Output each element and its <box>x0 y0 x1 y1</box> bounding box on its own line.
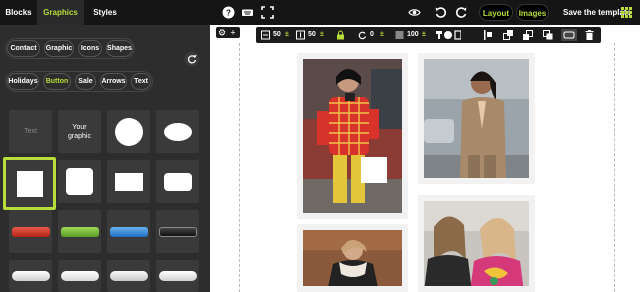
tile-black-button[interactable] <box>156 210 199 253</box>
square-shape <box>16 170 43 197</box>
photo-street-style-scarf[interactable] <box>297 224 408 292</box>
align-icon[interactable] <box>483 30 493 40</box>
send-back-icon[interactable] <box>523 30 533 40</box>
tile-graphic-label-1: Your <box>72 123 87 131</box>
filter-sale[interactable]: Sale <box>75 73 96 90</box>
blue-button-shape <box>109 226 148 237</box>
images-button[interactable]: Images <box>516 4 549 21</box>
tile-blue-button[interactable] <box>107 210 150 253</box>
tile-text-label: Text <box>24 128 37 135</box>
element-toolbar: 50 ± 50 ± 0 ± 100 ± <box>256 27 601 43</box>
lock-icon[interactable] <box>336 30 345 40</box>
rectangle-shape <box>114 172 143 191</box>
rotation-stepper-icon[interactable]: ± <box>380 27 384 43</box>
filter-graphic[interactable]: Graphic <box>44 40 74 57</box>
height-icon <box>296 30 305 40</box>
undo-icon[interactable] <box>434 6 447 19</box>
tile-red-button[interactable] <box>9 210 52 253</box>
fullscreen-icon[interactable] <box>261 6 274 19</box>
width-value[interactable]: 50 <box>273 27 281 43</box>
guide-right <box>614 43 615 292</box>
photo-scarf-image <box>303 230 402 286</box>
opacity-stepper-icon[interactable]: ± <box>422 27 426 43</box>
tile-ellipse[interactable] <box>156 110 199 153</box>
tile-rectangle[interactable] <box>107 160 150 203</box>
filter-text[interactable]: Text <box>131 73 151 90</box>
guide-left <box>239 43 240 292</box>
red-button-shape <box>11 226 50 237</box>
tile-circle[interactable] <box>107 110 150 153</box>
graphics-panel: Contact Graphic Icons Shapes Holidays Bu… <box>0 25 210 292</box>
photo-street-style-plaid[interactable] <box>297 53 408 219</box>
bring-front-icon[interactable] <box>503 30 513 40</box>
photo-blazer-image <box>424 59 529 178</box>
link-icon[interactable] <box>561 29 577 41</box>
filter-icons[interactable]: Icons <box>78 40 102 57</box>
grid-icon[interactable] <box>621 7 632 18</box>
photo-floral-image <box>424 201 529 286</box>
layout-button[interactable]: Layout <box>479 4 513 21</box>
tile-green-button[interactable] <box>58 210 101 253</box>
rotation-value[interactable]: 0 <box>370 27 374 43</box>
duplicate-icon[interactable] <box>543 30 553 40</box>
tile-rounded-square[interactable] <box>58 160 101 203</box>
svg-text:⚙: ⚙ <box>218 28 226 38</box>
tile-graphic-label-2: graphic <box>68 132 91 140</box>
tab-graphics[interactable]: Graphics <box>37 0 84 25</box>
height-value[interactable]: 50 <box>308 27 316 43</box>
eye-icon[interactable] <box>408 6 421 19</box>
filter-arrows[interactable]: Arrows <box>100 73 127 90</box>
tile-square-selected[interactable] <box>3 157 56 210</box>
rounded-square-shape <box>66 168 93 195</box>
white-button-shape-1 <box>11 271 50 281</box>
rotate-icon <box>358 31 367 40</box>
trash-icon[interactable] <box>585 30 594 40</box>
white-button-shape-2 <box>60 271 99 281</box>
tile-white-button-3[interactable] <box>107 260 150 292</box>
photo-plaid-image <box>303 59 402 213</box>
height-stepper-icon[interactable]: ± <box>320 27 324 43</box>
green-button-shape <box>60 226 99 237</box>
black-button-shape <box>158 226 197 237</box>
rounded-rectangle-shape <box>163 172 192 191</box>
opacity-value[interactable]: 100 <box>407 27 419 43</box>
tile-rounded-rectangle[interactable] <box>156 160 199 203</box>
block-handle-icon[interactable]: ⚙ + <box>216 27 240 38</box>
refresh-icon[interactable] <box>184 51 200 67</box>
svg-text:?: ? <box>226 9 231 18</box>
width-icon <box>261 30 270 40</box>
white-button-shape-3 <box>109 271 148 281</box>
photo-street-style-blazer[interactable] <box>418 53 535 184</box>
ellipse-shape <box>163 122 192 141</box>
keyboard-icon[interactable] <box>241 6 254 19</box>
tab-blocks[interactable]: Blocks <box>0 0 37 25</box>
white-button-shape-4 <box>158 271 197 281</box>
filter-shapes[interactable]: Shapes <box>106 40 133 57</box>
photo-street-style-floral[interactable] <box>418 195 535 292</box>
circle-shape <box>114 117 143 146</box>
width-stepper-icon[interactable]: ± <box>285 27 289 43</box>
svg-text:+: + <box>230 28 235 38</box>
help-icon[interactable]: ? <box>222 6 235 19</box>
tile-white-button-2[interactable] <box>58 260 101 292</box>
filter-contact[interactable]: Contact <box>7 40 40 57</box>
filter-button[interactable]: Button <box>43 73 71 90</box>
top-bar: Blocks Graphics Styles ? Layout Images S… <box>0 0 640 25</box>
fill-style-icon[interactable] <box>435 29 461 41</box>
filter-holidays[interactable]: Holidays <box>7 73 39 90</box>
tile-white-button-4[interactable] <box>156 260 199 292</box>
tile-text[interactable]: Text <box>9 110 52 153</box>
tile-white-button-1[interactable] <box>9 260 52 292</box>
tab-styles[interactable]: Styles <box>84 0 126 25</box>
redo-icon[interactable] <box>455 6 468 19</box>
opacity-icon <box>395 31 404 39</box>
tile-your-graphic[interactable]: Your graphic <box>58 110 101 153</box>
